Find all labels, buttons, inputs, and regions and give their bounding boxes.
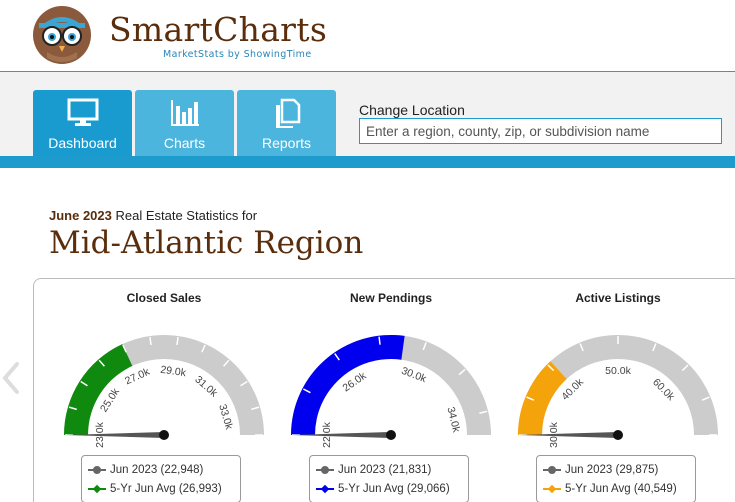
gauge-title-active-listings: Active Listings — [575, 291, 661, 305]
legend-closed-sales: Jun 2023 (22,948) 5-Yr Jun Avg (26,993) — [81, 455, 241, 502]
gauge-closed-sales: 23.0k25.0k27.0k29.0k31.0k33.0k — [64, 335, 264, 448]
legend-label: 5-Yr Jun Avg (40,549) — [565, 482, 677, 495]
legend-marker-icon — [543, 484, 561, 494]
period-line: June 2023 Real Estate Statistics for — [49, 208, 257, 223]
legend-label: 5-Yr Jun Avg (29,066) — [338, 482, 450, 495]
gauge-tick-label: 29.0k — [160, 364, 188, 380]
gauge-active-listings: 30.0k40.0k50.0k60.0k — [518, 335, 718, 448]
legend-marker-icon — [316, 465, 334, 475]
region-title: Mid-Atlantic Region — [49, 225, 364, 261]
legend-new-pendings: Jun 2023 (21,831) 5-Yr Jun Avg (29,066) — [309, 455, 469, 502]
bar-chart-icon — [135, 98, 234, 128]
gauge-tick-label: 34.0k — [444, 406, 462, 435]
app-header: SmartCharts MarketStats by ShowingTime — [0, 0, 735, 72]
owl-logo-icon[interactable] — [33, 6, 91, 64]
gauge-new-pendings: 22.0k26.0k30.0k34.0k — [291, 335, 491, 448]
legend-label: Jun 2023 (22,948) — [110, 463, 204, 476]
legend-label: 5-Yr Jun Avg (26,993) — [110, 482, 222, 495]
legend-marker-icon — [316, 484, 334, 494]
legend-marker-icon — [543, 465, 561, 475]
legend-marker-icon — [88, 484, 106, 494]
gauge-average-fill — [64, 344, 133, 435]
brand-name: SmartCharts — [109, 10, 328, 49]
gauge-tick-label: 50.0k — [605, 365, 631, 377]
legend-item-average: 5-Yr Jun Avg (29,066) — [316, 479, 462, 498]
gauge-title-new-pendings: New Pendings — [349, 291, 432, 305]
legend-item-current: Jun 2023 (22,948) — [88, 460, 234, 479]
legend-active-listings: Jun 2023 (29,875) 5-Yr Jun Avg (40,549) — [536, 455, 696, 502]
gauge-needle-hub — [613, 430, 623, 440]
location-search-input[interactable] — [359, 118, 722, 144]
legend-item-current: Jun 2023 (21,831) — [316, 460, 462, 479]
legend-item-average: 5-Yr Jun Avg (26,993) — [88, 479, 234, 498]
tab-charts[interactable]: Charts — [135, 90, 234, 158]
monitor-icon — [33, 98, 132, 128]
gauge-needle-hub — [386, 430, 396, 440]
tab-dashboard[interactable]: Dashboard — [33, 90, 132, 158]
change-location-label: Change Location — [359, 102, 465, 118]
tab-label: Charts — [163, 135, 206, 151]
gauge-tick-label: 30.0k — [400, 365, 429, 386]
tab-label: Dashboard — [48, 135, 117, 151]
nav-divider — [0, 156, 735, 168]
period-month: June 2023 — [49, 208, 112, 223]
gauge-tick — [378, 336, 381, 345]
legend-item-average: 5-Yr Jun Avg (40,549) — [543, 479, 689, 498]
gauge-title-closed-sales: Closed Sales — [126, 291, 202, 305]
tab-reports[interactable]: Reports — [237, 90, 336, 158]
documents-icon — [237, 98, 336, 128]
legend-label: Jun 2023 (29,875) — [565, 463, 659, 476]
gauge-needle-hub — [159, 430, 169, 440]
period-suffix: Real Estate Statistics for — [111, 208, 258, 223]
gauge-tick-label: 27.0k — [123, 365, 152, 387]
legend-item-current: Jun 2023 (29,875) — [543, 460, 689, 479]
legend-label: Jun 2023 (21,831) — [338, 463, 432, 476]
legend-marker-icon — [88, 465, 106, 475]
tab-label: Reports — [261, 135, 312, 151]
brand-subtitle: MarketStats by ShowingTime — [163, 49, 312, 60]
gauge-tick-label: 33.0k — [216, 403, 235, 432]
chevron-left-icon[interactable] — [0, 358, 22, 398]
